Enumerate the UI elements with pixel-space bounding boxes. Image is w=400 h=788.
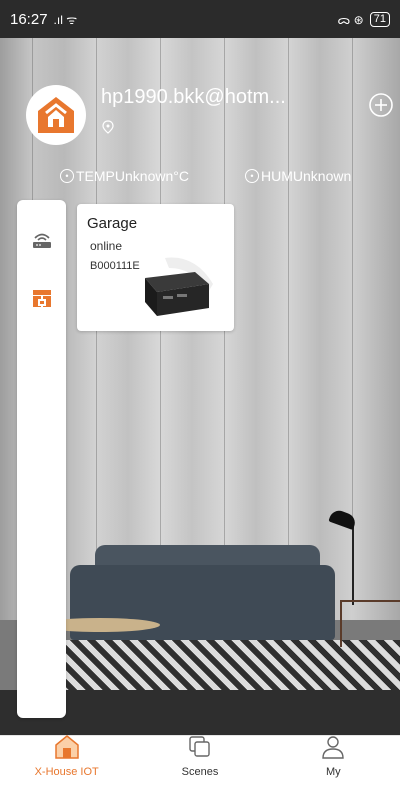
- avatar[interactable]: [26, 85, 86, 145]
- temperature-readout: • TEMPUnknown°C: [60, 168, 189, 184]
- temperature-value: TEMPUnknown°C: [76, 168, 189, 184]
- status-bar: 16:27 .ıl ᯤ ᯅ ⊛ 71: [0, 0, 400, 38]
- device-serial: B000111E: [90, 260, 140, 272]
- category-item-router[interactable]: [17, 220, 66, 260]
- thermometer-icon: •: [60, 169, 74, 183]
- nav-label-my: My: [325, 766, 341, 778]
- category-item-gateway[interactable]: [17, 278, 66, 318]
- nav-item-home[interactable]: X-House IOT: [0, 735, 133, 788]
- app-screen: 16:27 .ıl ᯤ ᯅ ⊛ 71 hp1990.bkk@hotm... • …: [0, 0, 400, 788]
- device-name: Garage: [87, 215, 138, 232]
- status-time: 16:27: [10, 10, 48, 28]
- app-logo-icon: [38, 97, 74, 133]
- nav-item-my[interactable]: My: [267, 736, 400, 788]
- scenes-icon: [189, 736, 210, 757]
- profile-icon: [322, 736, 345, 759]
- droplet-icon: •: [245, 169, 259, 183]
- add-icon[interactable]: [368, 92, 394, 118]
- signal-icon: .ıl ᯤ: [53, 12, 78, 27]
- device-box-icon: [145, 257, 213, 316]
- home-icon: [54, 735, 79, 759]
- username[interactable]: hp1990.bkk@hotm...: [101, 86, 286, 109]
- humidity-value: HUMUnknown: [261, 168, 352, 184]
- nav-label-scenes: Scenes: [181, 766, 219, 778]
- nav-item-scenes[interactable]: Scenes: [133, 736, 266, 788]
- nav-label-home: X-House IOT: [34, 766, 99, 778]
- router-icon: [32, 233, 51, 248]
- device-card[interactable]: Garage online B000111E: [77, 204, 234, 331]
- location-icon[interactable]: [101, 120, 115, 134]
- gateway-icon: [32, 290, 51, 307]
- bottom-navigation: X-House IOT Scenes My: [0, 735, 400, 788]
- category-sidebar: [17, 200, 66, 718]
- humidity-readout: • HUMUnknown: [245, 168, 351, 184]
- system-icons: ᯅ ⊛: [337, 12, 364, 27]
- battery-indicator: 71: [369, 11, 390, 27]
- device-status: online: [90, 239, 123, 253]
